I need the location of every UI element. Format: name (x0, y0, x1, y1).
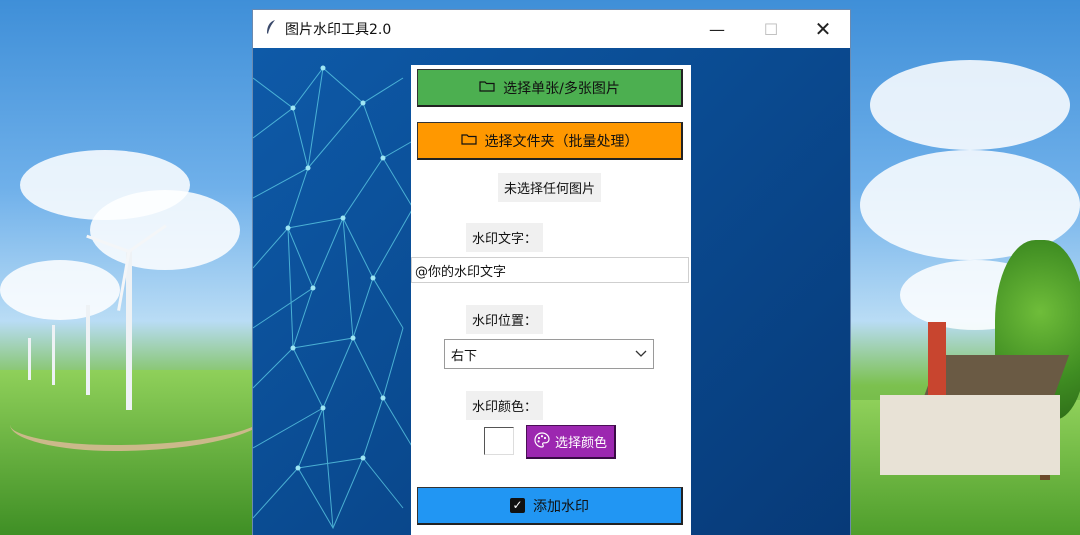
selection-status: 未选择任何图片 (498, 173, 602, 202)
position-selected-value: 右下 (451, 348, 478, 364)
cloud (870, 60, 1070, 150)
watermark-text-input[interactable] (411, 257, 689, 283)
folder-icon (479, 80, 495, 96)
folder-icon (460, 133, 477, 149)
wind-turbine (86, 305, 90, 395)
watermark-text-label: 水印文字： (466, 223, 544, 252)
watermark-position-select[interactable]: 右下 (444, 339, 654, 369)
add-watermark-button[interactable]: ✓ 添加水印 (417, 487, 683, 525)
window-client-area: 选择单张/多张图片 选择文件夹（批量处理） 未选择任何图片 水印文字： 水印位置… (253, 48, 850, 535)
select-images-label: 选择单张/多张图片 (503, 80, 620, 97)
control-panel: 选择单张/多张图片 选择文件夹（批量处理） 未选择任何图片 水印文字： 水印位置… (411, 65, 691, 535)
watermark-color-label: 水印颜色： (466, 391, 544, 420)
network-background-graphic (253, 65, 419, 530)
app-window: 图片水印工具2.0 — ☐ ✕ 选择单张/多张图片 选择文件夹（批量处理） 未选… (253, 10, 850, 535)
close-button[interactable]: ✕ (800, 10, 846, 48)
add-watermark-label: 添加水印 (533, 498, 589, 515)
feather-icon (265, 19, 279, 39)
wind-turbine (126, 250, 132, 410)
title-bar[interactable]: 图片水印工具2.0 — ☐ ✕ (253, 10, 850, 48)
checkbox-icon: ✓ (510, 498, 525, 513)
palette-icon (534, 431, 550, 452)
select-folder-label: 选择文件夹（批量处理） (484, 133, 639, 150)
choose-color-button[interactable]: 选择颜色 (526, 425, 616, 459)
cloud (0, 260, 120, 320)
select-images-button[interactable]: 选择单张/多张图片 (417, 69, 683, 107)
minimize-button[interactable]: — (694, 10, 740, 48)
watermark-position-label: 水印位置： (466, 305, 544, 334)
house (880, 395, 1060, 475)
wind-turbine (28, 338, 31, 380)
cloud (90, 190, 240, 270)
wind-turbine (52, 325, 55, 385)
window-title: 图片水印工具2.0 (285, 22, 392, 38)
chevron-down-icon (635, 347, 647, 361)
maximize-button[interactable]: ☐ (748, 10, 794, 48)
color-swatch (484, 427, 514, 455)
choose-color-label: 选择颜色 (554, 436, 607, 451)
select-folder-button[interactable]: 选择文件夹（批量处理） (417, 122, 683, 160)
